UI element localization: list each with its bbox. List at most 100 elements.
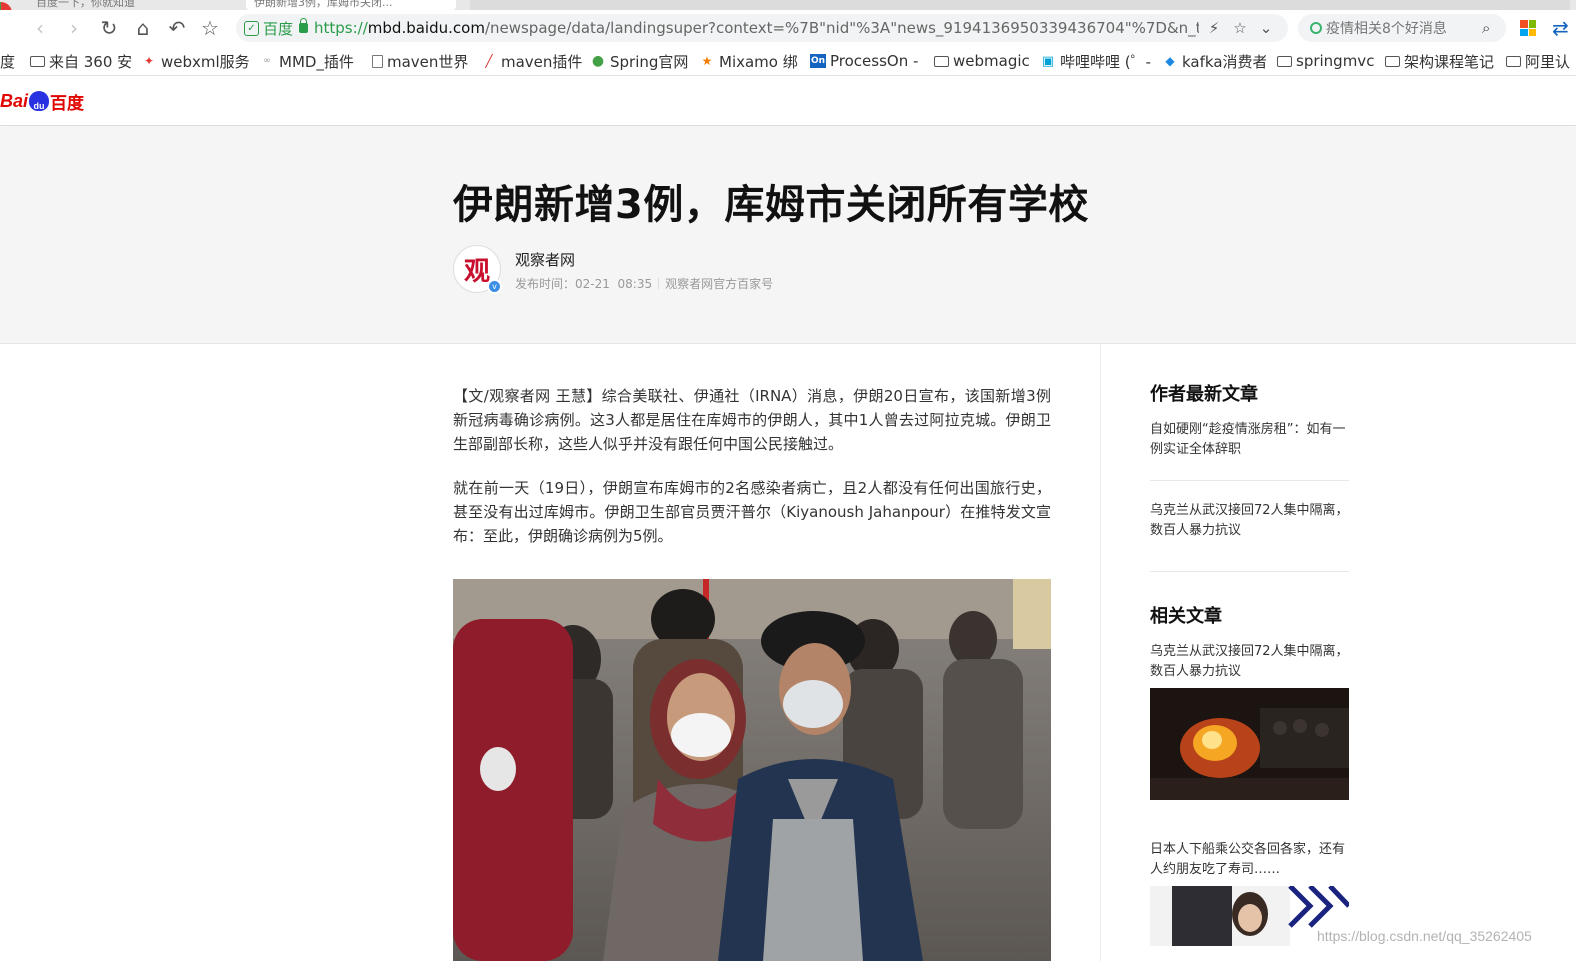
folder-icon (934, 55, 949, 67)
processon-icon: On (810, 54, 826, 68)
lock-icon[interactable] (299, 18, 309, 33)
pen-icon: ╱ (485, 54, 493, 68)
logo-du: du (33, 101, 45, 111)
verified-icon: v (487, 279, 502, 294)
folder-icon (1385, 55, 1400, 67)
star-icon[interactable]: ☆ (198, 16, 222, 40)
folder-icon (1277, 55, 1292, 67)
bookmark-label: 度 (0, 52, 16, 71)
home-icon[interactable]: ⌂ (131, 16, 155, 40)
url-path: /newspage/data/landingsuper?context=%7B"… (484, 19, 1200, 37)
kafka-icon: ◆ (1165, 54, 1175, 68)
bookmark-bilibili[interactable]: ▣ 哔哩哔哩 (゜- (1040, 50, 1152, 72)
bilibili-icon: ▣ (1041, 53, 1055, 69)
bookmark-mmd[interactable]: ∞ MMD_插件 (259, 50, 354, 72)
tab-strip: 百度一下，你就知道 伊朗新增3例，库姆市关闭... (0, 0, 1576, 10)
folder-icon (1506, 55, 1521, 67)
article-photo (453, 579, 1051, 961)
undo-icon[interactable]: ↶ (165, 16, 189, 40)
search-icon[interactable]: ⌕ (1482, 19, 1506, 37)
chevron-down-icon[interactable]: ⌄ (1255, 19, 1277, 37)
related-article-title: 乌克兰从武汉接回72人集中隔离，数百人暴力抗议 (1150, 644, 1349, 679)
bookmarks-bar: 度 来自 360 安 ✦ webxml服务 ∞ MMD_插件 maven世界 ╱ ma… (0, 46, 1576, 76)
bookmark-label: Spring官网 (610, 52, 689, 71)
avatar-glyph: 观 (463, 256, 490, 287)
related-article-thumbnail[interactable] (1150, 688, 1349, 800)
bookmark-springmvc[interactable]: springmvc (1277, 50, 1374, 72)
back-icon[interactable]: ‹ (28, 16, 52, 40)
tab-article[interactable]: 伊朗新增3例，库姆市关闭... (246, 0, 456, 10)
spring-icon: ● (591, 53, 605, 69)
article-title: 伊朗新增3例，库姆市关闭所有学校 (453, 182, 1089, 228)
source-account: 观察者网官方百家号 (665, 277, 774, 291)
watermark: https://blog.csdn.net/qq_35262405 (1317, 928, 1532, 944)
reload-icon[interactable]: ↻ (97, 16, 121, 40)
bookmark-maven-plugin[interactable]: ╱ maven插件 (481, 50, 582, 72)
link-icon: ∞ (263, 56, 271, 66)
related-article-item[interactable]: 乌克兰从武汉接回72人集中隔离，数百人暴力抗议 (1150, 642, 1349, 800)
bookmark-360[interactable]: 来自 360 安 (30, 50, 132, 72)
url-host: mbd.baidu.com (367, 19, 485, 37)
search-query[interactable]: 疫情相关8个好消息 (1326, 18, 1482, 38)
bookmark-label: kafka消费者 (1182, 52, 1266, 71)
paragraph: 【文/观察者网 王慧】综合美联社、伊通社（IRNA）消息，伊朗20日宣布，该国新… (453, 387, 1051, 453)
bookmark-architecture[interactable]: 架构课程笔记 (1385, 50, 1494, 72)
bookmark-label: webmagic (953, 52, 1030, 70)
tab-strip-empty (470, 0, 1570, 10)
bookmark-baidu[interactable]: 度 (0, 50, 15, 72)
publish-time: 08:35 (617, 277, 653, 291)
favorite-star-icon[interactable]: ☆ (1229, 19, 1251, 37)
bookmark-label: MMD_插件 (279, 52, 354, 71)
site-name: 百度 (263, 19, 294, 38)
url-text[interactable]: https://mbd.baidu.com/newspage/data/land… (314, 19, 1199, 37)
bookmark-webxml[interactable]: ✦ webxml服务 (141, 50, 250, 72)
bookmark-kafka[interactable]: ◆ kafka消费者 (1162, 50, 1266, 72)
tab-baidu-home[interactable]: 百度一下，你就知道 (36, 0, 236, 10)
browser-toolbar: ‹ › ↻ ⌂ ↶ ☆ ✓ 百度 https://mbd.baidu.com/n… (0, 10, 1576, 46)
baidu-logo[interactable]: Bai du 百度 (0, 86, 84, 116)
bookmark-label: Mixamo 绑 (719, 52, 798, 71)
page-icon (372, 54, 383, 68)
bookmark-mixamo[interactable]: ★ Mixamo 绑 (699, 50, 799, 72)
sync-icon[interactable]: ⇄ (1552, 16, 1576, 40)
bookmark-label: webxml服务 (161, 52, 250, 71)
latest-article-item[interactable]: 乌克兰从武汉接回72人集中隔离，数百人暴力抗议 (1150, 501, 1349, 572)
publish-date: 发布时间：02-21 (515, 277, 610, 291)
forward-icon[interactable]: › (62, 16, 86, 40)
column-divider (1100, 344, 1101, 961)
sidebar: 作者最新文章 自如硬刚“趁疫情涨房租”：如有一例实证全体辞职 乌克兰从武汉接回7… (1150, 380, 1349, 946)
lightning-icon[interactable]: ⚡ (1203, 19, 1225, 37)
bookmark-processon[interactable]: On ProcessOn - (810, 50, 920, 72)
paw-icon: du (29, 91, 50, 111)
bookmark-webmagic[interactable]: webmagic (934, 50, 1030, 72)
paragraph: 就在前一天（19日），伊朗宣布库姆市的2名感染者病亡，且2人都没有任何出国旅行史… (453, 479, 1051, 545)
author-avatar[interactable]: 观 v (453, 245, 502, 294)
baidu-header: Bai du 百度 (0, 76, 1576, 126)
bookmark-spring[interactable]: ● Spring官网 (590, 50, 689, 72)
publish-meta: 发布时间：02-21 08:35 观察者网官方百家号 (515, 275, 773, 292)
latest-article-item[interactable]: 自如硬刚“趁疫情涨房租”：如有一例实证全体辞职 (1150, 420, 1349, 481)
certificate-icon[interactable]: ✓ (244, 20, 259, 36)
logo-bai: Bai (0, 90, 29, 111)
latest-articles-heading: 作者最新文章 (1150, 384, 1258, 405)
bookmark-label: ProcessOn - (830, 52, 919, 70)
mixamo-icon: ★ (701, 54, 713, 68)
bookmark-label: 阿里认 (1525, 52, 1571, 71)
webxml-icon: ✦ (143, 54, 155, 68)
bookmark-aliyun[interactable]: 阿里认 (1506, 50, 1576, 72)
search-box[interactable]: 疫情相关8个好消息 ⌕ (1298, 14, 1506, 42)
bookmark-label: 架构课程笔记 (1404, 52, 1495, 71)
url-scheme: https:// (314, 19, 368, 37)
bookmark-label: 哔哩哔哩 (゜- (1060, 52, 1152, 71)
related-articles-heading: 相关文章 (1150, 606, 1222, 627)
divider (658, 278, 660, 289)
bookmark-maven-world[interactable]: maven世界 (372, 50, 472, 72)
article-body: 【文/观察者网 王慧】综合美联社、伊通社（IRNA）消息，伊朗20日宣布，该国新… (453, 384, 1051, 568)
apps-icon[interactable] (1520, 20, 1536, 36)
related-article-title: 日本人下船乘公交各回各家，还有人约朋友吃了寿司…… (1150, 842, 1346, 877)
address-bar[interactable]: ✓ 百度 https://mbd.baidu.com/newspage/data… (236, 14, 1288, 42)
bookmark-label: 来自 360 安 (49, 52, 133, 71)
author-name[interactable]: 观察者网 (515, 249, 575, 270)
bookmark-label: maven插件 (501, 52, 583, 71)
folder-icon (30, 55, 45, 67)
